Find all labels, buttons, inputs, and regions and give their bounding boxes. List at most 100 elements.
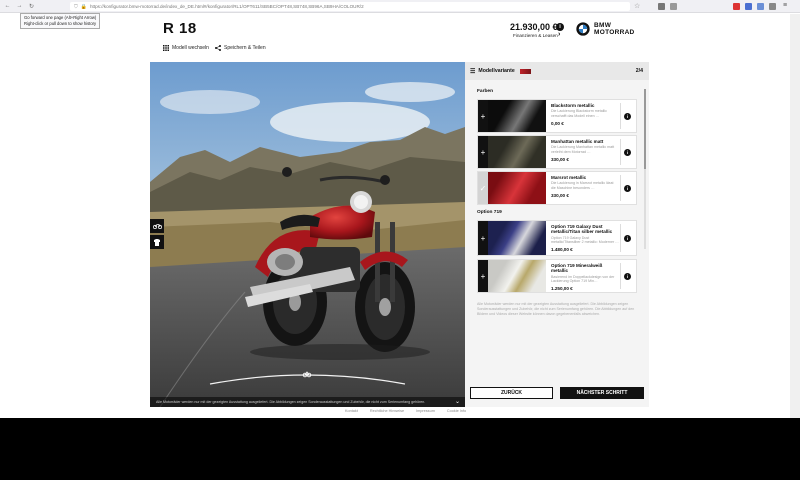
option-name: Marsrot metallic	[551, 175, 587, 180]
option-desc: Option 719 Galaxy Dust metallic/Titansil…	[551, 235, 619, 245]
footer-link[interactable]: Impressum	[416, 409, 435, 413]
option-info-icon[interactable]: i	[624, 185, 631, 192]
url-text: https://konfigurator.bmw-motorrad.de/ind…	[90, 4, 364, 9]
option-info-icon[interactable]: i	[624, 149, 631, 156]
extension-icon-3[interactable]	[733, 3, 740, 10]
brand-line-2: MOTORRAD	[594, 29, 635, 36]
bike-scene	[150, 62, 465, 407]
add-option-button[interactable]: +	[478, 260, 488, 292]
option-card-selected[interactable]: ✓ Marsrot metallic Die Lackierung in Mar…	[477, 171, 637, 205]
brand-wordmark: BMW MOTORRAD	[594, 22, 635, 36]
option-price: 1.250,00 €	[551, 286, 573, 292]
option-card[interactable]: + Blackstorm metallic Die Lackierung Bla…	[477, 99, 637, 133]
panel-disclaimer: Alle Motorräder werden nur mit der gezei…	[477, 302, 635, 316]
star-icon[interactable]: ☆	[634, 2, 640, 10]
extension-icon-5[interactable]	[757, 3, 764, 10]
bike-view-button[interactable]	[150, 219, 164, 233]
bike-preview-image[interactable]: Alle Motorräder werden nur mit der gezei…	[150, 62, 465, 407]
panel-title: Modellvariante	[478, 68, 515, 74]
motorcycle-icon	[152, 224, 162, 229]
shield-icon: ⛉	[74, 3, 78, 10]
option-price: 330,00 €	[551, 157, 569, 162]
total-price: 21.930,00 €	[510, 22, 558, 32]
option-desc: Die Lackierung Manhattan metallic matt v…	[551, 145, 615, 154]
browser-viewport: ← → ↻ ⛉ 🔒 https://konfigurator.bmw-motor…	[0, 0, 800, 418]
panel-header: ☰ Modellvariante	[465, 62, 649, 80]
option-card[interactable]: + Option 719 Mineralweiß metallic Basier…	[477, 259, 637, 293]
extension-icon-4[interactable]	[745, 3, 752, 10]
change-model-button[interactable]: Modell wechseln	[163, 45, 209, 51]
panel-scrollbar[interactable]	[644, 89, 646, 249]
divider	[620, 224, 621, 252]
add-option-button[interactable]: +	[478, 100, 488, 132]
option-desc: Die Lackierung in Marsrot metallic lässt…	[551, 181, 614, 190]
chevron-right-icon[interactable]: ›	[558, 31, 560, 38]
page-scrollbar[interactable]	[790, 14, 800, 418]
rotate-360-icon[interactable]	[302, 370, 312, 378]
list-icon: ☰	[470, 68, 476, 75]
add-option-button[interactable]: +	[478, 221, 488, 255]
bmw-logo[interactable]	[576, 22, 590, 36]
rider-view-button[interactable]	[150, 235, 164, 249]
option-price: 0,00 €	[551, 121, 564, 126]
divider	[620, 103, 621, 129]
reload-icon[interactable]: ↻	[27, 2, 36, 11]
color-swatch-marsrot	[488, 172, 546, 204]
extension-icon-2[interactable]	[670, 3, 677, 10]
option-text: Option 719 Galaxy Dust metallic/Titan si…	[551, 224, 619, 252]
option-name: Blackstorm metallic	[551, 103, 595, 108]
option-name: Option 719 Galaxy Dust metallic/Titan si…	[551, 224, 613, 235]
divider	[620, 263, 621, 289]
extension-icon-6[interactable]	[769, 3, 776, 10]
footer-links: Kontakt Rechtliche Hinweise Impressum Co…	[345, 409, 466, 413]
menu-icon[interactable]: ≡	[783, 2, 787, 9]
configuration-panel: ☰ Modellvariante 2/4 Farben + Blackstorm…	[465, 62, 649, 407]
extension-icon-1[interactable]	[658, 3, 665, 10]
footer-link[interactable]: Rechtliche Hinweise	[370, 409, 404, 413]
option-desc: Basierend im Doppellackdesign von der La…	[551, 274, 615, 284]
grid-icon	[163, 45, 169, 51]
divider	[620, 175, 621, 201]
brand-line-1: BMW	[594, 22, 612, 29]
option-card[interactable]: + Manhattan metallic matt Die Lackierung…	[477, 135, 637, 169]
next-step-button[interactable]: NÄCHSTER SCHRITT	[560, 387, 644, 399]
scrollbar-thumb[interactable]	[644, 89, 646, 169]
option-price: 330,00 €	[551, 193, 569, 198]
save-share-button[interactable]: Speichern & Teilen	[215, 45, 266, 51]
tooltip-line-2: Right-click or pull down to show history	[24, 21, 97, 26]
back-button[interactable]: ZURÜCK	[470, 387, 553, 399]
back-arrow-icon[interactable]: ←	[3, 2, 12, 11]
browser-toolbar: ← → ↻ ⛉ 🔒 https://konfigurator.bmw-motor…	[0, 0, 800, 13]
divider	[620, 139, 621, 165]
page-title: R 18	[163, 20, 197, 37]
info-icon[interactable]: i	[556, 23, 564, 31]
option-name: Option 719 Mineralweiß metallic	[551, 263, 603, 274]
forward-tooltip: Go forward one page (Alt+Right Arrow) Ri…	[20, 13, 101, 29]
variant-swatch	[519, 68, 531, 74]
section-colors: Farben	[477, 89, 493, 94]
selected-check-icon[interactable]: ✓	[478, 172, 488, 204]
option-card[interactable]: + Option 719 Galaxy Dust metallic/Titan …	[477, 220, 637, 256]
forward-arrow-icon[interactable]: →	[15, 2, 24, 11]
option-info-icon[interactable]: i	[624, 113, 631, 120]
step-indicator: 2/4	[635, 68, 643, 74]
color-swatch-blackstorm	[488, 100, 546, 132]
option-text: Manhattan metallic matt Die Lackierung M…	[551, 139, 619, 162]
option-info-icon[interactable]: i	[624, 273, 631, 280]
footer-link[interactable]: Cookie Info	[447, 409, 466, 413]
jacket-icon	[154, 238, 160, 246]
footer-link[interactable]: Kontakt	[345, 409, 358, 413]
option-text: Marsrot metallic Die Lackierung in Marsr…	[551, 175, 619, 198]
option-info-icon[interactable]: i	[624, 235, 631, 242]
color-swatch-mineralweiss	[488, 260, 546, 292]
add-option-button[interactable]: +	[478, 136, 488, 168]
option-text: Blackstorm metallic Die Lackierung Black…	[551, 103, 619, 126]
option-text: Option 719 Mineralweiß metallic Basieren…	[551, 263, 619, 291]
color-swatch-manhattan	[488, 136, 546, 168]
share-icon	[215, 45, 221, 51]
finance-link[interactable]: Finanzieren & Leasen	[513, 33, 558, 38]
option-name: Manhattan metallic matt	[551, 139, 604, 144]
change-model-label: Modell wechseln	[172, 45, 209, 51]
address-bar[interactable]: ⛉ 🔒 https://konfigurator.bmw-motorrad.de…	[70, 2, 630, 11]
chevron-down-icon[interactable]: ⌄	[455, 398, 460, 405]
